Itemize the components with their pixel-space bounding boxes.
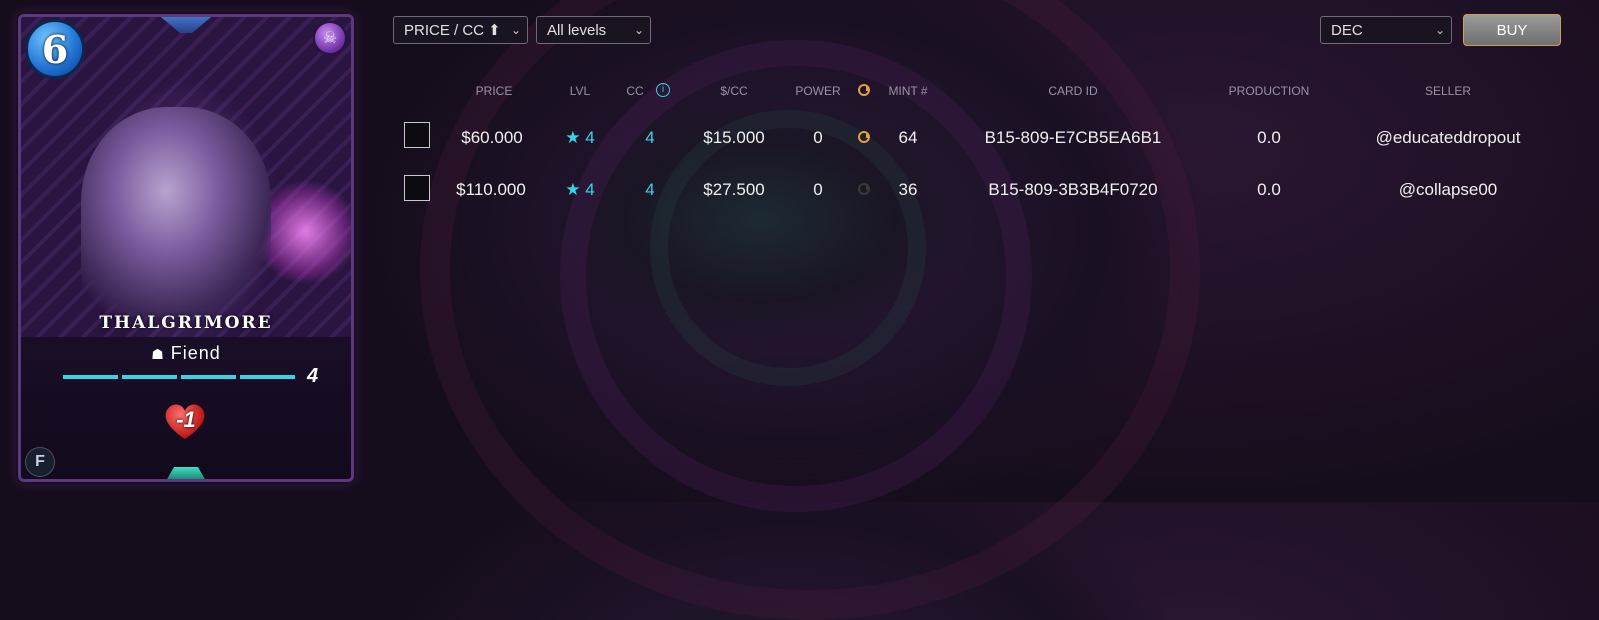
row-select-checkbox[interactable] <box>404 122 430 148</box>
row-production: 0.0 <box>1257 180 1281 199</box>
card-type: ☗ Fiend <box>21 343 351 364</box>
chevron-down-icon: ⌄ <box>633 23 644 37</box>
card-level: 4 <box>307 365 319 387</box>
row-seller[interactable]: @educateddropout <box>1376 128 1521 148</box>
health-value: -1 <box>176 407 196 432</box>
row-level: ★ 4 <box>565 128 595 147</box>
card-type-label: Fiend <box>170 343 221 363</box>
fiend-icon: ☗ <box>151 346 165 362</box>
column-header-seller[interactable]: SELLER <box>1425 84 1471 98</box>
card-name: THALGRIMORE <box>99 313 273 333</box>
level-filter-select[interactable]: All levels ⌄ <box>536 16 651 44</box>
clock-icon <box>858 131 870 143</box>
row-mint: 36 <box>898 180 918 199</box>
row-seller[interactable]: @collapse00 <box>1399 180 1498 200</box>
card-character <box>81 107 271 317</box>
row-level: ★ 4 <box>565 180 595 199</box>
edition-logo-icon: F <box>25 447 55 477</box>
info-icon[interactable]: i <box>656 83 670 97</box>
column-header-cc[interactable]: CC <box>626 84 643 98</box>
row-select-checkbox[interactable] <box>404 175 430 201</box>
level-progress-bar <box>63 375 295 379</box>
row-price-per-cc: $15.000 <box>703 128 765 147</box>
column-header-price-per-cc[interactable]: $/CC <box>720 84 747 98</box>
row-price: $60.000 <box>461 128 523 147</box>
card-gem <box>166 467 206 479</box>
mana-cost-badge: 6 <box>25 19 85 79</box>
currency-select[interactable]: DEC ⌄ <box>1320 16 1452 44</box>
clock-icon <box>858 84 870 96</box>
column-header-power[interactable]: POWER <box>795 84 840 98</box>
column-header-production[interactable]: PRODUCTION <box>1229 84 1310 98</box>
row-power: 0 <box>813 180 823 199</box>
column-header-price[interactable]: PRICE <box>476 84 513 98</box>
level-filter-value: All levels <box>547 21 607 39</box>
column-header-mint[interactable]: MINT # <box>888 84 927 98</box>
column-header-card-id[interactable]: CARD ID <box>1048 84 1097 98</box>
row-power: 0 <box>813 128 823 147</box>
sort-select-value: PRICE / CC ⬆ <box>404 22 501 39</box>
row-price-per-cc: $27.500 <box>703 180 765 199</box>
buy-button[interactable]: BUY <box>1463 14 1561 46</box>
card-preview: 6 ☠ THALGRIMORE ☗ Fiend 4 -1 F <box>18 14 354 482</box>
row-price: $110.000 <box>456 180 526 199</box>
row-card-id[interactable]: B15-809-E7CB5EA6B1 <box>985 128 1162 148</box>
row-card-id[interactable]: B15-809-3B3B4F0720 <box>988 180 1157 200</box>
chevron-down-icon: ⌄ <box>510 23 521 37</box>
death-element-icon: ☠ <box>313 21 347 55</box>
currency-select-value: DEC <box>1331 21 1363 39</box>
row-cc: 4 <box>645 128 655 147</box>
clock-icon <box>858 183 870 195</box>
row-cc: 4 <box>645 180 655 199</box>
column-header-level[interactable]: LVL <box>570 84 590 98</box>
row-mint: 64 <box>898 128 918 147</box>
row-production: 0.0 <box>1257 128 1281 147</box>
chevron-down-icon: ⌄ <box>1434 23 1445 37</box>
sort-select[interactable]: PRICE / CC ⬆ ⌄ <box>393 16 528 44</box>
